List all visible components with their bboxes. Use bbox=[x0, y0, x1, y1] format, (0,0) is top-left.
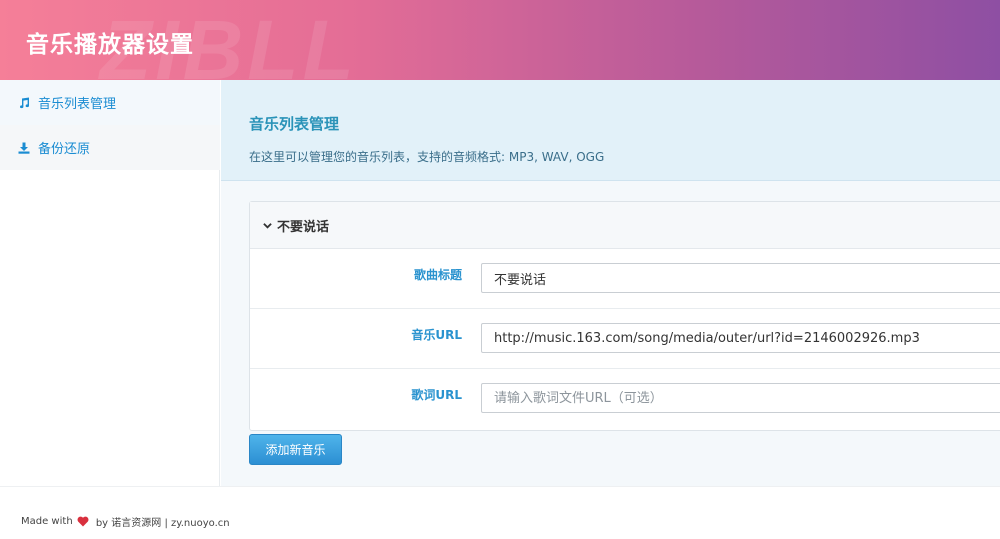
add-music-button[interactable]: 添加新音乐 bbox=[249, 434, 342, 465]
lyrics-url-label: 歌词URL bbox=[411, 388, 462, 402]
song-card-header[interactable]: 不要说话 bbox=[250, 202, 1000, 249]
main-content: 音乐列表管理 在这里可以管理您的音乐列表，支持的音频格式: MP3, WAV, … bbox=[221, 80, 1000, 486]
heart-icon bbox=[77, 516, 89, 527]
song-title-input[interactable] bbox=[481, 263, 1000, 293]
section-title: 音乐列表管理 bbox=[249, 115, 340, 133]
sidebar-item-music-list[interactable]: 音乐列表管理 bbox=[0, 80, 220, 125]
section-info-box: 音乐列表管理 在这里可以管理您的音乐列表，支持的音频格式: MP3, WAV, … bbox=[221, 80, 1000, 181]
footer-by-link[interactable]: by 诺言资源网 | zy.nuoyo.cn bbox=[93, 514, 230, 529]
music-url-row: 音乐URL bbox=[250, 309, 1000, 369]
section-description: 在这里可以管理您的音乐列表，支持的音频格式: MP3, WAV, OGG bbox=[249, 150, 605, 164]
chevron-down-icon bbox=[263, 220, 273, 230]
song-title-label: 歌曲标题 bbox=[413, 268, 462, 282]
footer: Made with by 诺言资源网 | zy.nuoyo.cn bbox=[0, 486, 1000, 539]
sidebar-item-label: 音乐列表管理 bbox=[38, 97, 117, 112]
footer-credit: Made with by 诺言资源网 | zy.nuoyo.cn bbox=[21, 514, 230, 529]
song-card: 不要说话 歌曲标题 音乐URL 歌词URL bbox=[249, 201, 1000, 431]
music-url-label: 音乐URL bbox=[411, 328, 462, 342]
sidebar: 音乐列表管理 备份还原 bbox=[0, 80, 220, 486]
lyrics-url-row: 歌词URL bbox=[250, 369, 1000, 429]
page-title: 音乐播放器设置 bbox=[26, 32, 194, 58]
lyrics-url-input[interactable] bbox=[481, 383, 1000, 413]
app-header: ZIBLL 音乐播放器设置 bbox=[0, 0, 1000, 80]
music-url-input[interactable] bbox=[481, 323, 1000, 353]
sidebar-item-backup-restore[interactable]: 备份还原 bbox=[0, 125, 220, 170]
song-title-row: 歌曲标题 bbox=[250, 249, 1000, 309]
sidebar-item-label: 备份还原 bbox=[38, 142, 91, 157]
footer-made-with: Made with bbox=[21, 516, 73, 527]
song-card-title: 不要说话 bbox=[277, 219, 330, 235]
music-note-icon bbox=[16, 95, 32, 111]
download-icon bbox=[16, 140, 32, 156]
